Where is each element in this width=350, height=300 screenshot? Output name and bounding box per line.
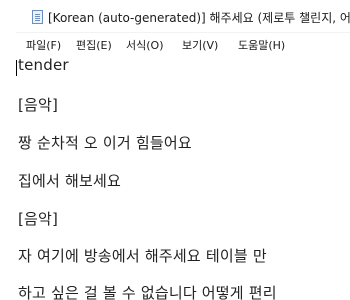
editor-line: 하고 싶은 걸 볼 수 없습니다 어떻게 편리 bbox=[18, 284, 277, 300]
editor-line: 자 여기에 방송에서 해주세요 테이블 만 bbox=[18, 247, 267, 265]
window-title: [Korean (auto-generated)] 해주세요 (제로투 챌린지,… bbox=[48, 11, 350, 25]
menu-format[interactable]: 서식(O) bbox=[124, 36, 165, 54]
editor-line: 짱 순차적 오 이거 힘들어요 bbox=[18, 134, 192, 152]
text-caret bbox=[16, 60, 17, 76]
editor-line: [음악] bbox=[18, 210, 59, 228]
title-bar[interactable]: [Korean (auto-generated)] 해주세요 (제로투 챌린지,… bbox=[0, 0, 350, 33]
editor-line: 집에서 해보세요 bbox=[18, 172, 121, 190]
notepad-icon bbox=[32, 10, 43, 24]
editor-line: [음악] bbox=[18, 96, 59, 114]
menu-help[interactable]: 도움말(H) bbox=[236, 36, 287, 54]
menu-view[interactable]: 보기(V) bbox=[180, 36, 220, 54]
editor-line: tender bbox=[18, 56, 69, 74]
menu-edit[interactable]: 편집(E) bbox=[74, 36, 114, 54]
menu-file[interactable]: 파일(F) bbox=[24, 36, 63, 54]
notepad-window: [Korean (auto-generated)] 해주세요 (제로투 챌린지,… bbox=[0, 0, 350, 300]
